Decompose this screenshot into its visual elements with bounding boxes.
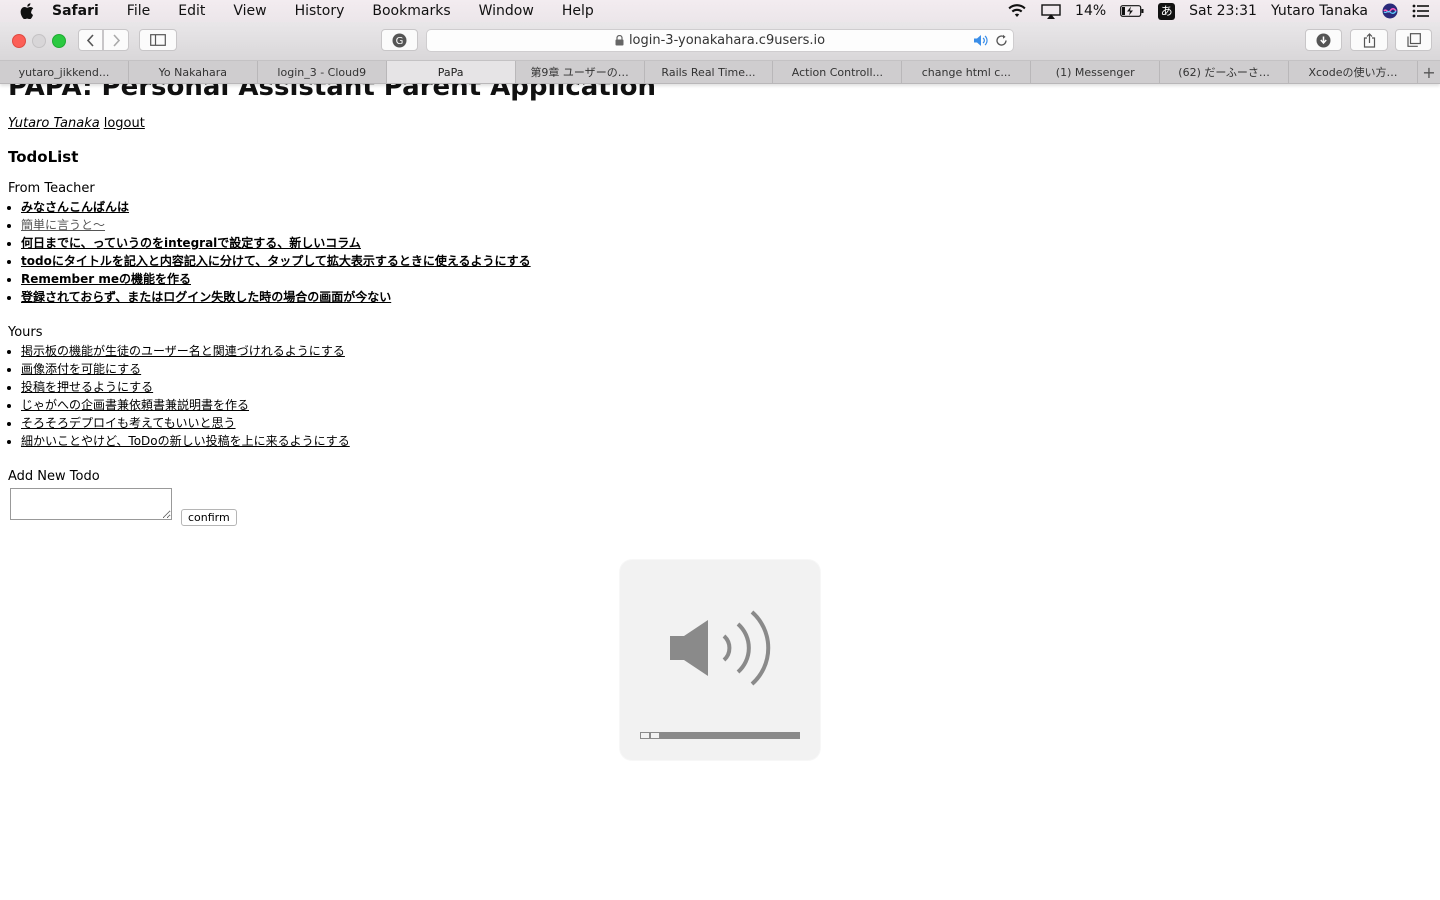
confirm-button[interactable]: confirm: [181, 509, 237, 526]
minimize-window-button[interactable]: [32, 34, 46, 48]
teacher-todo-list: みなさんこんばんは 簡単に言うと〜 何日までに、っていうのをintegralで設…: [8, 198, 531, 306]
menu-file[interactable]: File: [113, 0, 164, 22]
teacher-todo-link[interactable]: 何日までに、っていうのをintegralで設定する、新しいコラム: [21, 236, 361, 250]
show-tabs-button[interactable]: [1395, 29, 1432, 51]
tab-chapter9[interactable]: 第9章 ユーザーの…: [516, 61, 645, 83]
list-item: 登録されておらず、またはログイン失敗した時の場合の画面が今ない: [21, 288, 531, 306]
list-item: 画像添付を可能にする: [21, 360, 350, 378]
back-button[interactable]: [78, 29, 103, 51]
list-item: みなさんこんばんは: [21, 198, 531, 216]
tab-xcode[interactable]: Xcodeの使い方…: [1289, 61, 1418, 83]
input-method-icon[interactable]: あ: [1158, 2, 1176, 20]
downloads-button[interactable]: [1305, 29, 1342, 51]
volume-level-bar: [640, 732, 800, 739]
volume-segment: [641, 733, 649, 738]
clock[interactable]: Sat 23:31: [1189, 3, 1257, 19]
battery-percent: 14%: [1075, 3, 1107, 19]
battery-charging-icon[interactable]: [1120, 5, 1144, 17]
input-method-glyph: あ: [1158, 2, 1176, 20]
volume-hud: [620, 560, 820, 760]
from-teacher-label: From Teacher: [8, 181, 95, 196]
your-todo-link[interactable]: 掲示板の機能が生徒のユーザー名と関連づけれるようにする: [21, 344, 345, 358]
your-todo-link[interactable]: そろそろデプロイも考えてもいいと思う: [21, 416, 236, 430]
url-text: login-3-yonakahara.c9users.io: [628, 33, 826, 48]
menu-help[interactable]: Help: [548, 0, 608, 22]
teacher-todo-link[interactable]: Remember meの機能を作る: [21, 272, 191, 286]
airplay-icon[interactable]: [1041, 3, 1061, 19]
list-item: Remember meの機能を作る: [21, 270, 531, 288]
share-button[interactable]: [1350, 29, 1388, 51]
new-tab-button[interactable]: +: [1418, 61, 1440, 83]
chevron-right-icon: [112, 33, 120, 47]
tab-yutaro-jikkend[interactable]: yutaro_jikkend...: [0, 61, 129, 83]
wifi-icon[interactable]: [1007, 4, 1027, 18]
list-item: 細かいことやけど、ToDoの新しい投稿を上に来るようにする: [21, 432, 350, 450]
download-icon: [1316, 33, 1331, 47]
user-line: Yutaro Tanaka logout: [8, 116, 145, 131]
list-item: 掲示板の機能が生徒のユーザー名と関連づけれるようにする: [21, 342, 350, 360]
audio-playing-icon[interactable]: [973, 34, 989, 51]
tab-messenger[interactable]: (1) Messenger: [1031, 61, 1161, 83]
your-todo-link[interactable]: じゃがへの企画書兼依頼書兼説明書を作る: [21, 398, 249, 412]
teacher-todo-link[interactable]: 登録されておらず、またはログイン失敗した時の場合の画面が今ない: [21, 290, 391, 304]
tab-login3-cloud9[interactable]: login_3 - Cloud9: [258, 61, 387, 83]
tab-papa[interactable]: PaPa: [386, 61, 516, 83]
speaker-volume-icon: [670, 610, 771, 686]
list-item: じゃがへの企画書兼依頼書兼説明書を作る: [21, 396, 350, 414]
list-item: そろそろデプロイも考えてもいいと思う: [21, 414, 350, 432]
list-item: 簡単に言うと〜: [21, 216, 531, 234]
address-bar[interactable]: login-3-yonakahara.c9users.io: [426, 29, 1014, 52]
user-profile-link[interactable]: Yutaro Tanaka: [8, 116, 100, 131]
your-todo-link[interactable]: 細かいことやけど、ToDoの新しい投稿を上に来るようにする: [21, 434, 350, 448]
tab-action-controller[interactable]: Action Controll...: [773, 61, 903, 83]
tab-bar: yutaro_jikkend... Yo Nakahara login_3 - …: [0, 61, 1440, 84]
grammarly-icon: G: [392, 33, 407, 47]
siri-icon[interactable]: [1382, 3, 1398, 19]
your-todo-link[interactable]: 投稿を押せるようにする: [21, 380, 153, 394]
list-item: 何日までに、っていうのをintegralで設定する、新しいコラム: [21, 234, 531, 252]
teacher-todo-link[interactable]: みなさんこんばんは: [21, 200, 129, 214]
list-item: 投稿を押せるようにする: [21, 378, 350, 396]
browser-toolbar: G login-3-yonakahara.c9users.io: [0, 22, 1440, 61]
menu-history[interactable]: History: [281, 0, 359, 22]
add-new-todo-label: Add New Todo: [8, 469, 100, 484]
menu-edit[interactable]: Edit: [164, 0, 219, 22]
logout-link[interactable]: logout: [104, 116, 145, 131]
apple-icon[interactable]: [16, 0, 38, 22]
your-todo-link[interactable]: 画像添付を可能にする: [21, 362, 141, 376]
todolist-heading: TodoList: [8, 148, 79, 166]
sidebar-icon: [150, 34, 166, 46]
close-window-button[interactable]: [12, 34, 26, 48]
chevron-left-icon: [86, 33, 94, 47]
menu-app-safari[interactable]: Safari: [38, 0, 113, 22]
reload-icon[interactable]: [995, 34, 1008, 51]
extension-button[interactable]: G: [381, 29, 418, 51]
teacher-todo-link[interactable]: todoにタイトルを記入と内容記入に分けて、タップして拡大表示するときに使えるよ…: [21, 254, 531, 268]
tab-rails-real-time[interactable]: Rails Real Time...: [645, 61, 774, 83]
forward-button[interactable]: [103, 29, 129, 51]
lock-icon: [615, 35, 624, 46]
menu-view[interactable]: View: [219, 0, 280, 22]
menu-bookmarks[interactable]: Bookmarks: [358, 0, 464, 22]
your-todo-list: 掲示板の機能が生徒のユーザー名と関連づけれるようにする 画像添付を可能にする 投…: [8, 342, 350, 450]
new-todo-textarea[interactable]: [10, 488, 172, 520]
share-icon: [1363, 32, 1375, 48]
notification-center-icon[interactable]: [1412, 4, 1430, 18]
user-name[interactable]: Yutaro Tanaka: [1271, 3, 1368, 19]
tabs-overview-icon: [1406, 33, 1421, 47]
volume-segment: [651, 733, 659, 738]
menu-window[interactable]: Window: [465, 0, 548, 22]
list-item: todoにタイトルを記入と内容記入に分けて、タップして拡大表示するときに使えるよ…: [21, 252, 531, 270]
zoom-window-button[interactable]: [52, 34, 66, 48]
tab-change-html[interactable]: change html c...: [902, 61, 1032, 83]
teacher-todo-link[interactable]: 簡単に言うと〜: [21, 218, 105, 232]
tab-dafusa[interactable]: (62) だーふーさ…: [1160, 61, 1290, 83]
menu-bar: Safari File Edit View History Bookmarks …: [0, 0, 1440, 22]
sidebar-button[interactable]: [139, 29, 177, 51]
tab-yo-nakahara[interactable]: Yo Nakahara: [129, 61, 258, 83]
yours-label: Yours: [8, 325, 43, 340]
svg-text:G: G: [396, 36, 404, 47]
